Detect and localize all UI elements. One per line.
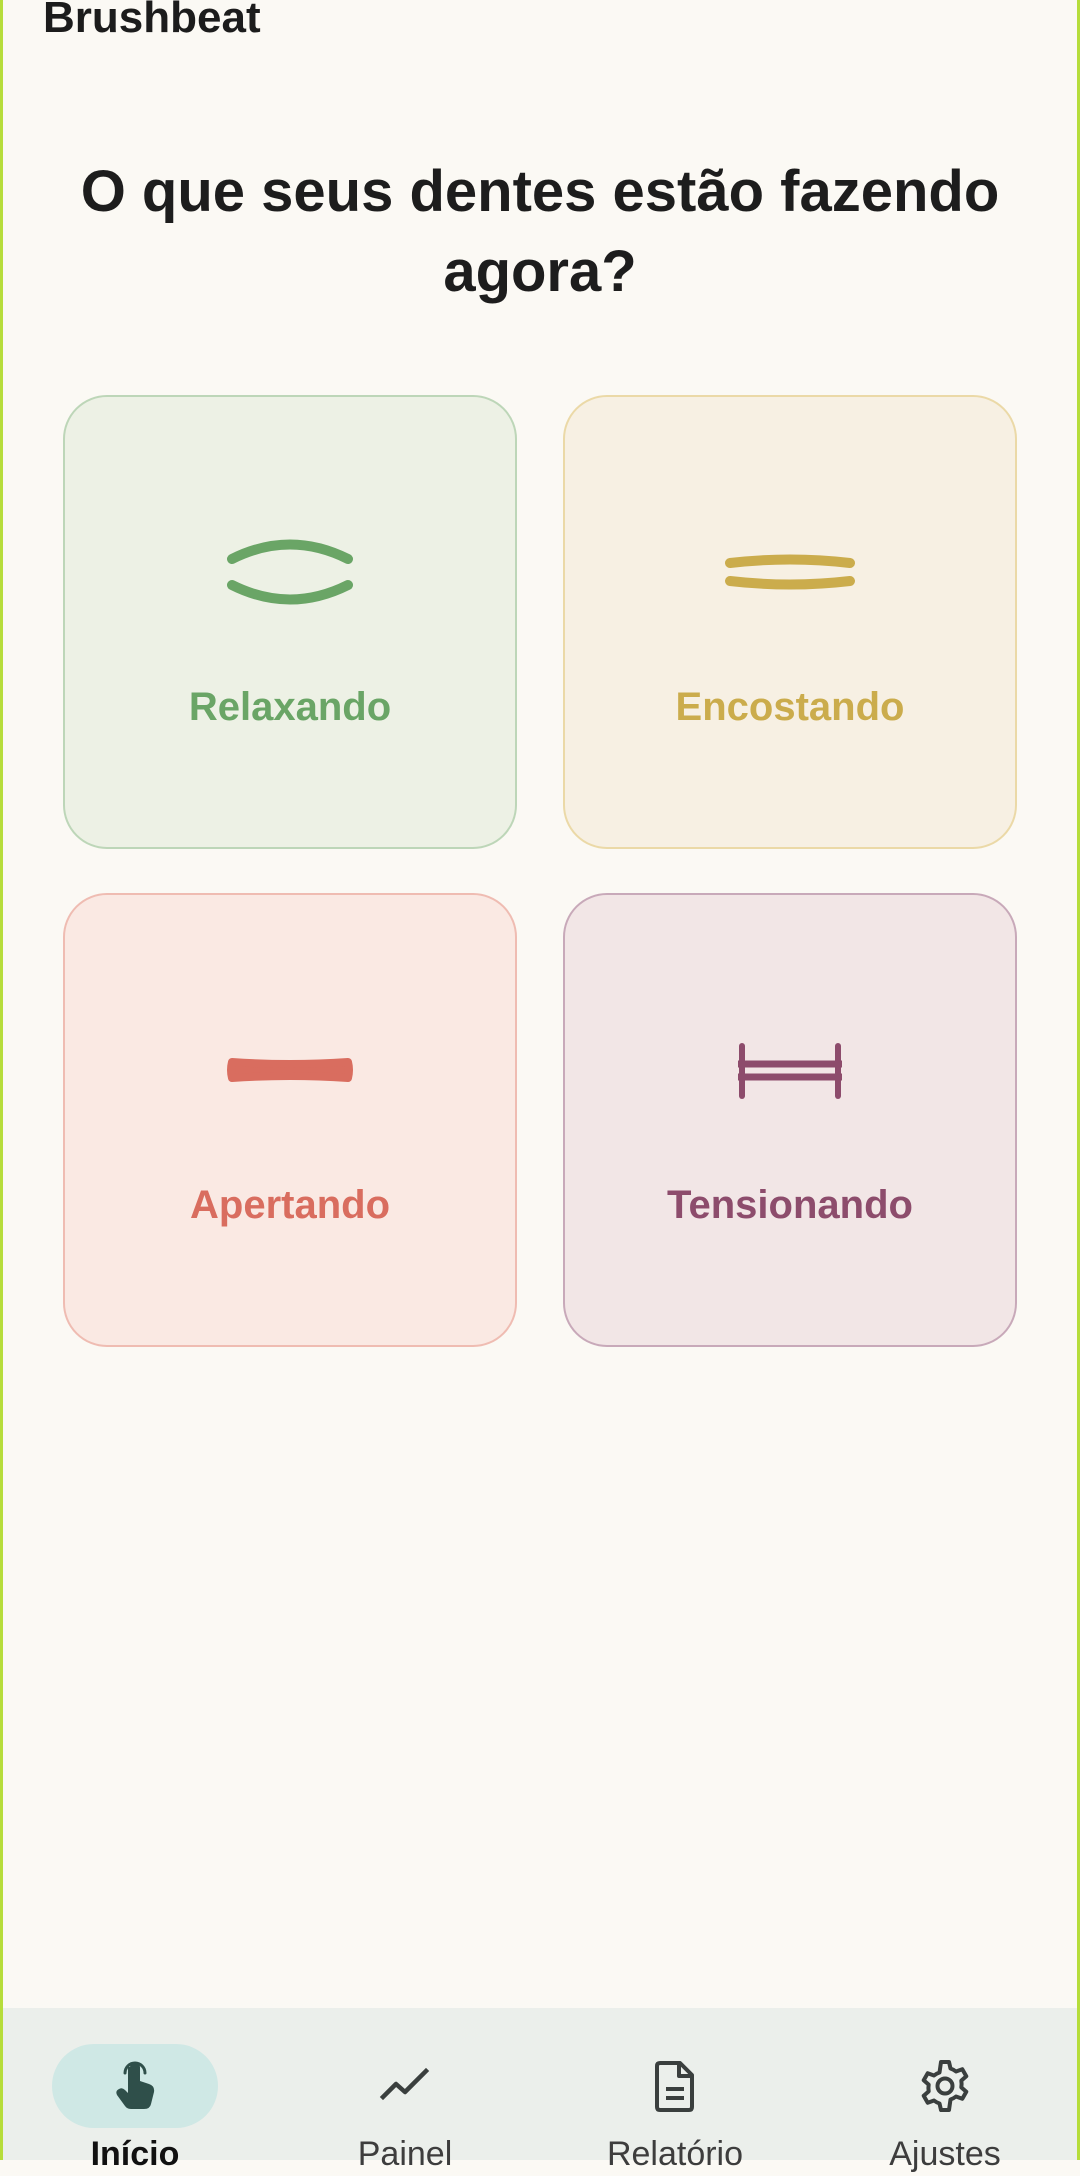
app-title: Brushbeat — [43, 0, 261, 42]
relaxed-teeth-icon — [227, 539, 353, 605]
question-heading: O que seus dentes estão fazendo agora? — [80, 159, 1000, 304]
option-label-touching: Encostando — [675, 685, 905, 729]
option-label-tensing: Tensionando — [667, 1183, 913, 1227]
option-grid: Relaxando Encostando Apertando Tensionan… — [63, 395, 1017, 1347]
touching-teeth-icon — [725, 554, 855, 590]
touch-hand-icon — [116, 2061, 155, 2109]
nav-label-home: Início — [90, 2135, 180, 2173]
option-label-clenching: Apertando — [190, 1183, 390, 1227]
option-card-relaxing[interactable]: Relaxando — [63, 395, 517, 849]
document-icon — [655, 2061, 694, 2112]
nav-label-report: Relatório — [606, 2135, 744, 2173]
option-card-tensing[interactable]: Tensionando — [563, 893, 1017, 1347]
gear-icon — [921, 2060, 969, 2112]
tensing-teeth-icon — [738, 1043, 842, 1099]
nav-label-settings: Ajustes — [889, 2135, 1001, 2173]
option-card-touching[interactable]: Encostando — [563, 395, 1017, 849]
nav-label-dashboard: Painel — [357, 2135, 453, 2173]
clenching-teeth-icon — [227, 1058, 353, 1082]
option-label-relaxing: Relaxando — [188, 685, 392, 729]
option-card-clenching[interactable]: Apertando — [63, 893, 517, 1347]
trend-line-icon — [379, 2067, 430, 2101]
